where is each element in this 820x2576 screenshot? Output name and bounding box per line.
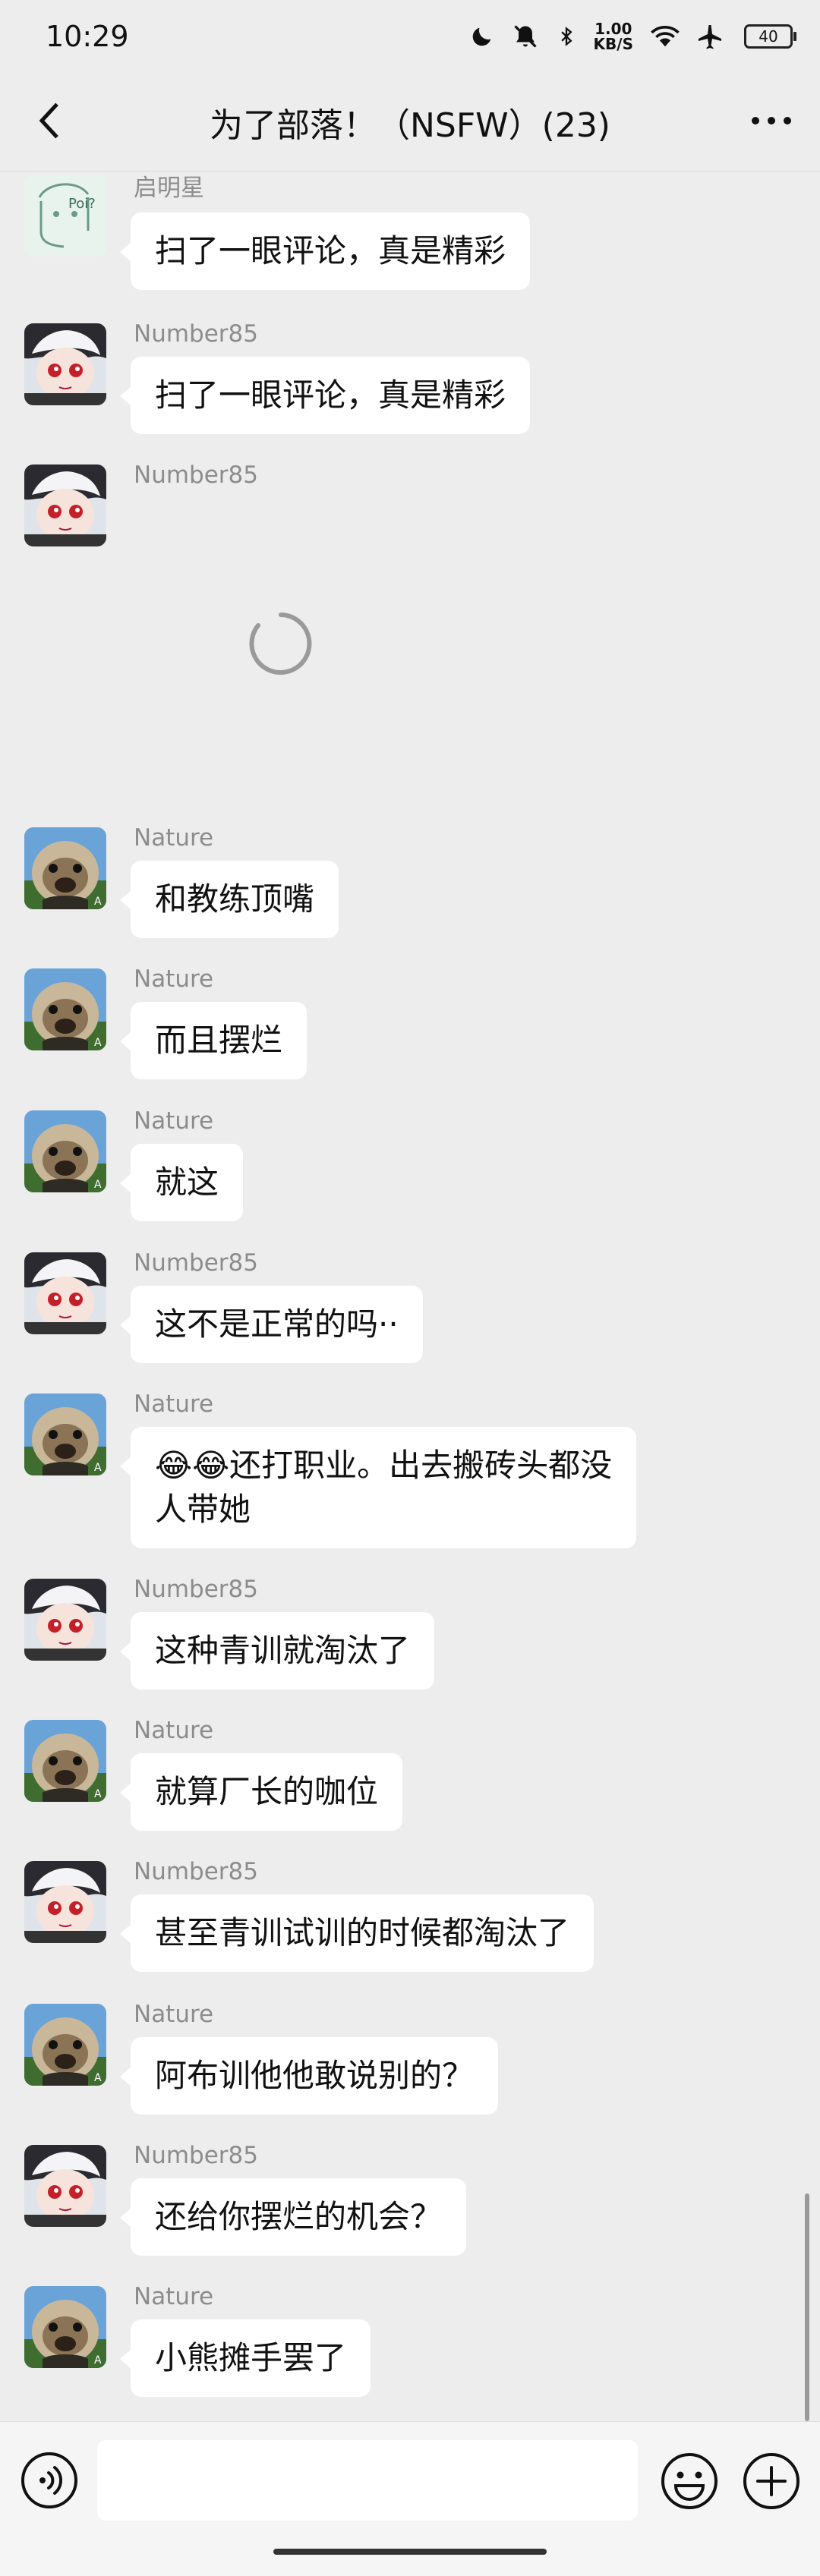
voice-icon[interactable] (20, 2451, 79, 2510)
home-indicator[interactable] (273, 2549, 547, 2555)
message-bubble[interactable]: 小熊摊手罢了 (119, 2319, 371, 2397)
more-horizontal-icon (752, 117, 791, 124)
message-bubble[interactable]: 还给你摆烂的机会？ (119, 2178, 467, 2256)
bluetooth-icon (560, 27, 572, 46)
back-button[interactable] (23, 94, 76, 147)
sender-name: Nature (134, 965, 214, 993)
sender-name: Number85 (134, 461, 258, 489)
status-time: 10:29 (46, 20, 129, 53)
avatar[interactable] (24, 2004, 106, 2086)
message-bubble[interactable]: 就这 (119, 1144, 244, 1221)
avatar[interactable] (24, 1861, 106, 1943)
avatar[interactable] (24, 464, 106, 546)
avatar[interactable] (24, 827, 106, 909)
chevron-left-icon (39, 102, 58, 139)
sender-name: Number85 (134, 1576, 258, 1603)
message-input[interactable] (97, 2440, 638, 2521)
airplane-icon (699, 25, 721, 49)
sender-name: Number85 (134, 320, 258, 348)
net-speed: 1.00 KB/S (593, 20, 633, 53)
sender-name: Nature (134, 824, 214, 852)
message-bubble[interactable]: 和教练顶嘴 (119, 861, 339, 938)
message-bubble[interactable]: 这种青训就淘汰了 (119, 1612, 435, 1690)
message-bubble[interactable]: 这不是正常的吗·· (120, 1286, 423, 1363)
message-bubble[interactable]: 甚至青训试训的时候都淘汰了 (119, 1894, 594, 1972)
battery-icon: 40 (744, 24, 796, 49)
avatar[interactable] (24, 1579, 106, 1661)
avatar[interactable] (24, 1393, 106, 1475)
chat-header: 为了部落！（NSFW）(23) (0, 73, 820, 172)
sender-name: Nature (134, 1390, 214, 1418)
chat-title: 为了部落！（NSFW）(23) (210, 105, 610, 145)
wifi-icon (651, 26, 680, 47)
message-bubble[interactable]: 而且摆烂 (119, 1002, 308, 1079)
loading-spinner-icon (249, 613, 312, 675)
plus-circle-icon[interactable] (741, 2451, 802, 2511)
avatar[interactable] (24, 1720, 106, 1802)
sender-name: 启明星 (134, 175, 204, 202)
moon-icon (472, 27, 490, 46)
avatar[interactable] (24, 323, 106, 405)
sender-name: Nature (134, 2283, 214, 2310)
sender-name: Nature (134, 2001, 214, 2028)
avatar[interactable] (24, 1110, 106, 1192)
avatar[interactable] (24, 968, 106, 1050)
sender-name: Number85 (134, 2142, 258, 2169)
sender-name: Number85 (134, 1858, 258, 1885)
message-bubble[interactable]: 😂😂还打职业。出去搬砖头都没 人带她 (119, 1427, 637, 1548)
sender-name: Number85 (134, 1249, 258, 1277)
more-button[interactable] (741, 94, 802, 147)
avatar[interactable] (24, 1252, 106, 1334)
avatar[interactable] (24, 2145, 106, 2227)
avatar[interactable] (24, 175, 106, 257)
scrollbar[interactable] (805, 2193, 809, 2421)
sender-name: Nature (134, 1107, 214, 1135)
message-bubble[interactable]: 就算厂长的咖位 (119, 1753, 403, 1831)
mute-bell-icon (513, 25, 537, 48)
status-bar: 10:29 1.00 KB/S 40 (0, 0, 820, 73)
message-bubble[interactable]: 扫了一眼评论，真是精彩 (119, 357, 531, 434)
message-list[interactable]: 启明星 扫了一眼评论，真是精彩 Number85 扫了一眼评论，真是精彩 Num… (0, 172, 820, 2421)
status-icons: 1.00 KB/S 40 (469, 20, 796, 53)
message-bubble[interactable]: 扫了一眼评论，真是精彩 (119, 213, 531, 290)
message-bubble[interactable]: 阿布训他他敢说别的？ (119, 2037, 499, 2115)
avatar[interactable] (24, 2286, 106, 2368)
emoji-icon[interactable] (659, 2451, 720, 2511)
sender-name: Nature (134, 1717, 214, 1744)
